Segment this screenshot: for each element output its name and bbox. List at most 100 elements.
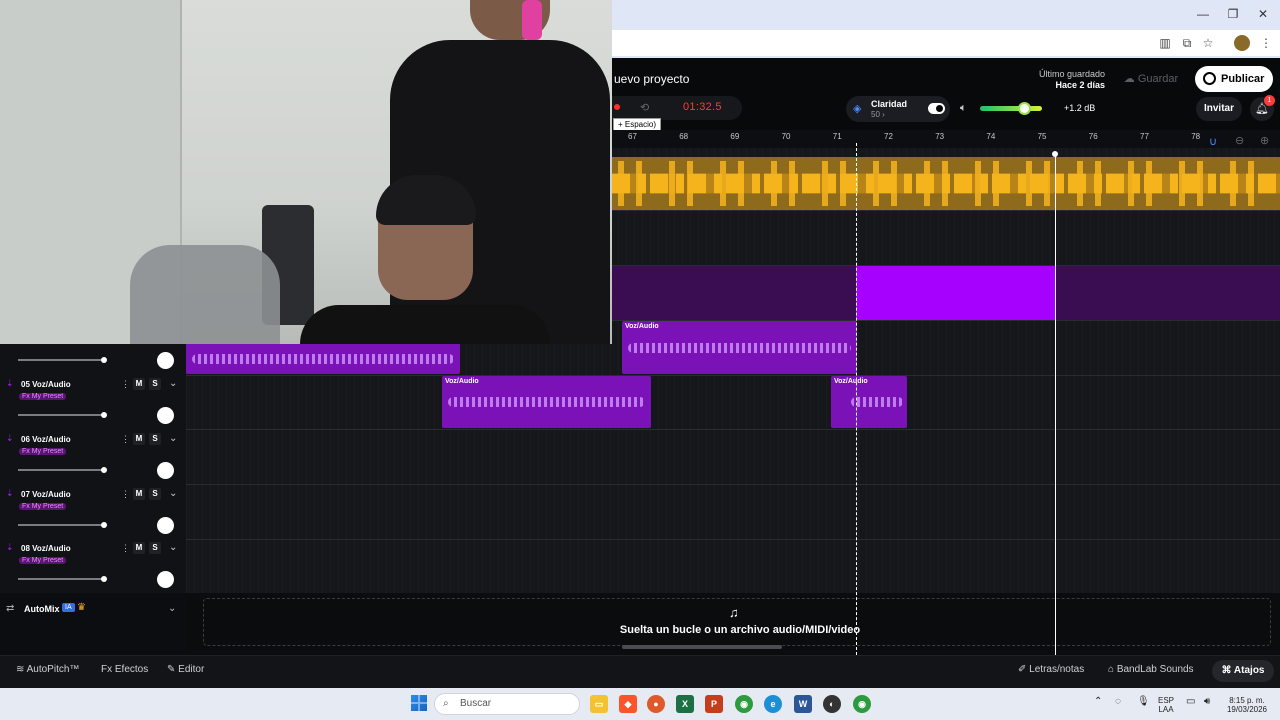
- language-indicator[interactable]: ESP LAA: [1158, 696, 1174, 714]
- chevron-down-icon[interactable]: ⌄: [169, 488, 177, 499]
- track-volume-slider[interactable]: [18, 469, 104, 471]
- clock[interactable]: 8:15 p. m. 19/03/2026: [1222, 696, 1272, 714]
- track-name[interactable]: 05 Voz/Audio: [21, 380, 71, 389]
- clarity-toggle[interactable]: [928, 103, 945, 114]
- bandlab-sounds-button[interactable]: ⌂ BandLab Sounds: [1108, 664, 1194, 675]
- track-volume-slider[interactable]: [18, 359, 104, 361]
- speaker-icon[interactable]: 🔈︎: [960, 102, 967, 115]
- powerpoint-icon[interactable]: P: [705, 695, 723, 713]
- zoom-out-icon[interactable]: ⊖: [1235, 134, 1244, 147]
- track-volume-knob[interactable]: [101, 357, 107, 363]
- shortcuts-button[interactable]: ⌘ Atajos: [1212, 660, 1274, 682]
- solo-button[interactable]: S: [149, 378, 161, 390]
- edge-icon[interactable]: e: [764, 695, 782, 713]
- playhead[interactable]: [856, 143, 857, 655]
- install-app-icon[interactable]: ⧉: [1179, 35, 1195, 51]
- word-icon[interactable]: W: [794, 695, 812, 713]
- chevron-down-icon[interactable]: ⌄: [168, 603, 176, 614]
- zoom-in-icon[interactable]: ⊕: [1260, 134, 1269, 147]
- person-seated-shirt: [300, 305, 550, 344]
- track-menu-icon[interactable]: ⋮: [121, 434, 130, 445]
- editor-button[interactable]: ✎ Editor: [167, 664, 204, 675]
- loop-selection-region[interactable]: [856, 266, 1055, 320]
- music-note-icon: ♫: [729, 605, 739, 620]
- master-volume-slider[interactable]: [980, 106, 1042, 111]
- effects-button[interactable]: Fx Efectos: [101, 664, 148, 675]
- chevron-down-icon[interactable]: ⌄: [169, 378, 177, 389]
- track-name[interactable]: 08 Voz/Audio: [21, 544, 71, 553]
- chevron-down-icon[interactable]: ⌄: [169, 433, 177, 444]
- audio-clip[interactable]: Voz/Audio: [831, 376, 907, 428]
- loop-end-handle[interactable]: [1052, 151, 1058, 157]
- close-icon[interactable]: ✕: [1252, 6, 1274, 22]
- track-fx-preset[interactable]: Fx My Preset: [19, 393, 67, 400]
- brave-browser-icon[interactable]: ◆: [619, 695, 637, 713]
- taskbar-search[interactable]: ⌕ Buscar: [434, 693, 580, 715]
- profile-avatar[interactable]: [1234, 35, 1250, 51]
- audio-clip[interactable]: [186, 343, 460, 374]
- file-explorer-icon[interactable]: ▭: [590, 695, 608, 713]
- track-menu-icon[interactable]: ⋮: [121, 379, 130, 390]
- save-button[interactable]: ☁ Guardar: [1112, 68, 1190, 90]
- track-volume-slider[interactable]: [18, 578, 104, 580]
- publish-button[interactable]: Publicar: [1195, 66, 1273, 92]
- minimize-icon[interactable]: —: [1192, 6, 1214, 22]
- network-icon[interactable]: ◌: [1115, 696, 1121, 707]
- track-fx-preset[interactable]: Fx My Preset: [19, 557, 67, 564]
- pencil-icon: ✎: [167, 664, 179, 675]
- track-volume-knob[interactable]: [101, 576, 107, 582]
- chevron-up-icon[interactable]: ⌃: [1094, 696, 1102, 707]
- track-volume-knob[interactable]: [101, 522, 107, 528]
- solo-button[interactable]: S: [149, 488, 161, 500]
- bookmark-star-icon[interactable]: ☆: [1200, 35, 1216, 51]
- invite-button[interactable]: Invitar: [1196, 97, 1242, 121]
- solo-button[interactable]: S: [149, 542, 161, 554]
- obs-icon[interactable]: ◐: [823, 695, 841, 713]
- firefox-icon[interactable]: ●: [647, 695, 665, 713]
- chrome-icon[interactable]: ◉: [735, 695, 753, 713]
- track-name[interactable]: 06 Voz/Audio: [21, 435, 71, 444]
- project-title[interactable]: uevo proyecto: [614, 72, 689, 86]
- chrome-profile-icon[interactable]: ◉: [853, 695, 871, 713]
- snap-magnet-icon[interactable]: ∪: [1209, 135, 1217, 148]
- reading-mode-icon[interactable]: ▥: [1157, 35, 1173, 51]
- pan-knob[interactable]: [157, 407, 174, 424]
- audio-clip[interactable]: Voz/Audio: [442, 376, 651, 428]
- mute-button[interactable]: M: [133, 378, 145, 390]
- mute-button[interactable]: M: [133, 488, 145, 500]
- volume-icon[interactable]: 🔊︎: [1204, 696, 1210, 707]
- keyboard-layout: LAA: [1158, 705, 1174, 714]
- track-volume-knob[interactable]: [101, 412, 107, 418]
- track-fx-preset[interactable]: Fx My Preset: [19, 503, 67, 510]
- master-volume-knob[interactable]: [1018, 102, 1031, 115]
- pan-knob[interactable]: [157, 517, 174, 534]
- track-fx-preset[interactable]: Fx My Preset: [19, 448, 67, 455]
- solo-button[interactable]: S: [149, 433, 161, 445]
- track-name[interactable]: 07 Voz/Audio: [21, 490, 71, 499]
- menu-kebab-icon[interactable]: ⋮: [1258, 35, 1274, 51]
- chevron-down-icon[interactable]: ⌄: [169, 542, 177, 553]
- drop-zone-text: Suelta un bucle o un archivo audio/MIDI/…: [619, 624, 861, 636]
- display-icon[interactable]: ▭: [1186, 696, 1195, 707]
- pan-knob[interactable]: [157, 571, 174, 588]
- track-volume-slider[interactable]: [18, 414, 104, 416]
- excel-icon[interactable]: X: [676, 695, 694, 713]
- record-icon[interactable]: [614, 104, 620, 110]
- horizontal-scrollbar[interactable]: [622, 645, 782, 649]
- lyrics-button[interactable]: ✐ Letras/notas: [1018, 664, 1084, 675]
- autopitch-button[interactable]: ≋ AutoPitch™: [16, 664, 79, 675]
- mute-button[interactable]: M: [133, 542, 145, 554]
- track-menu-icon[interactable]: ⋮: [121, 543, 130, 554]
- mute-button[interactable]: M: [133, 433, 145, 445]
- pan-knob[interactable]: [157, 352, 174, 369]
- track-volume-knob[interactable]: [101, 467, 107, 473]
- pan-knob[interactable]: [157, 462, 174, 479]
- track-volume-slider[interactable]: [18, 524, 104, 526]
- track-menu-icon[interactable]: ⋮: [121, 489, 130, 500]
- gold-audio-region[interactable]: [612, 157, 1280, 210]
- audio-clip[interactable]: Voz/Audio: [622, 321, 857, 374]
- maximize-icon[interactable]: ❐: [1222, 6, 1244, 22]
- loop-end-marker[interactable]: [1055, 153, 1056, 655]
- microphone-icon[interactable]: 🎙︎: [1137, 696, 1150, 707]
- loop-icon[interactable]: ⟲: [640, 101, 649, 114]
